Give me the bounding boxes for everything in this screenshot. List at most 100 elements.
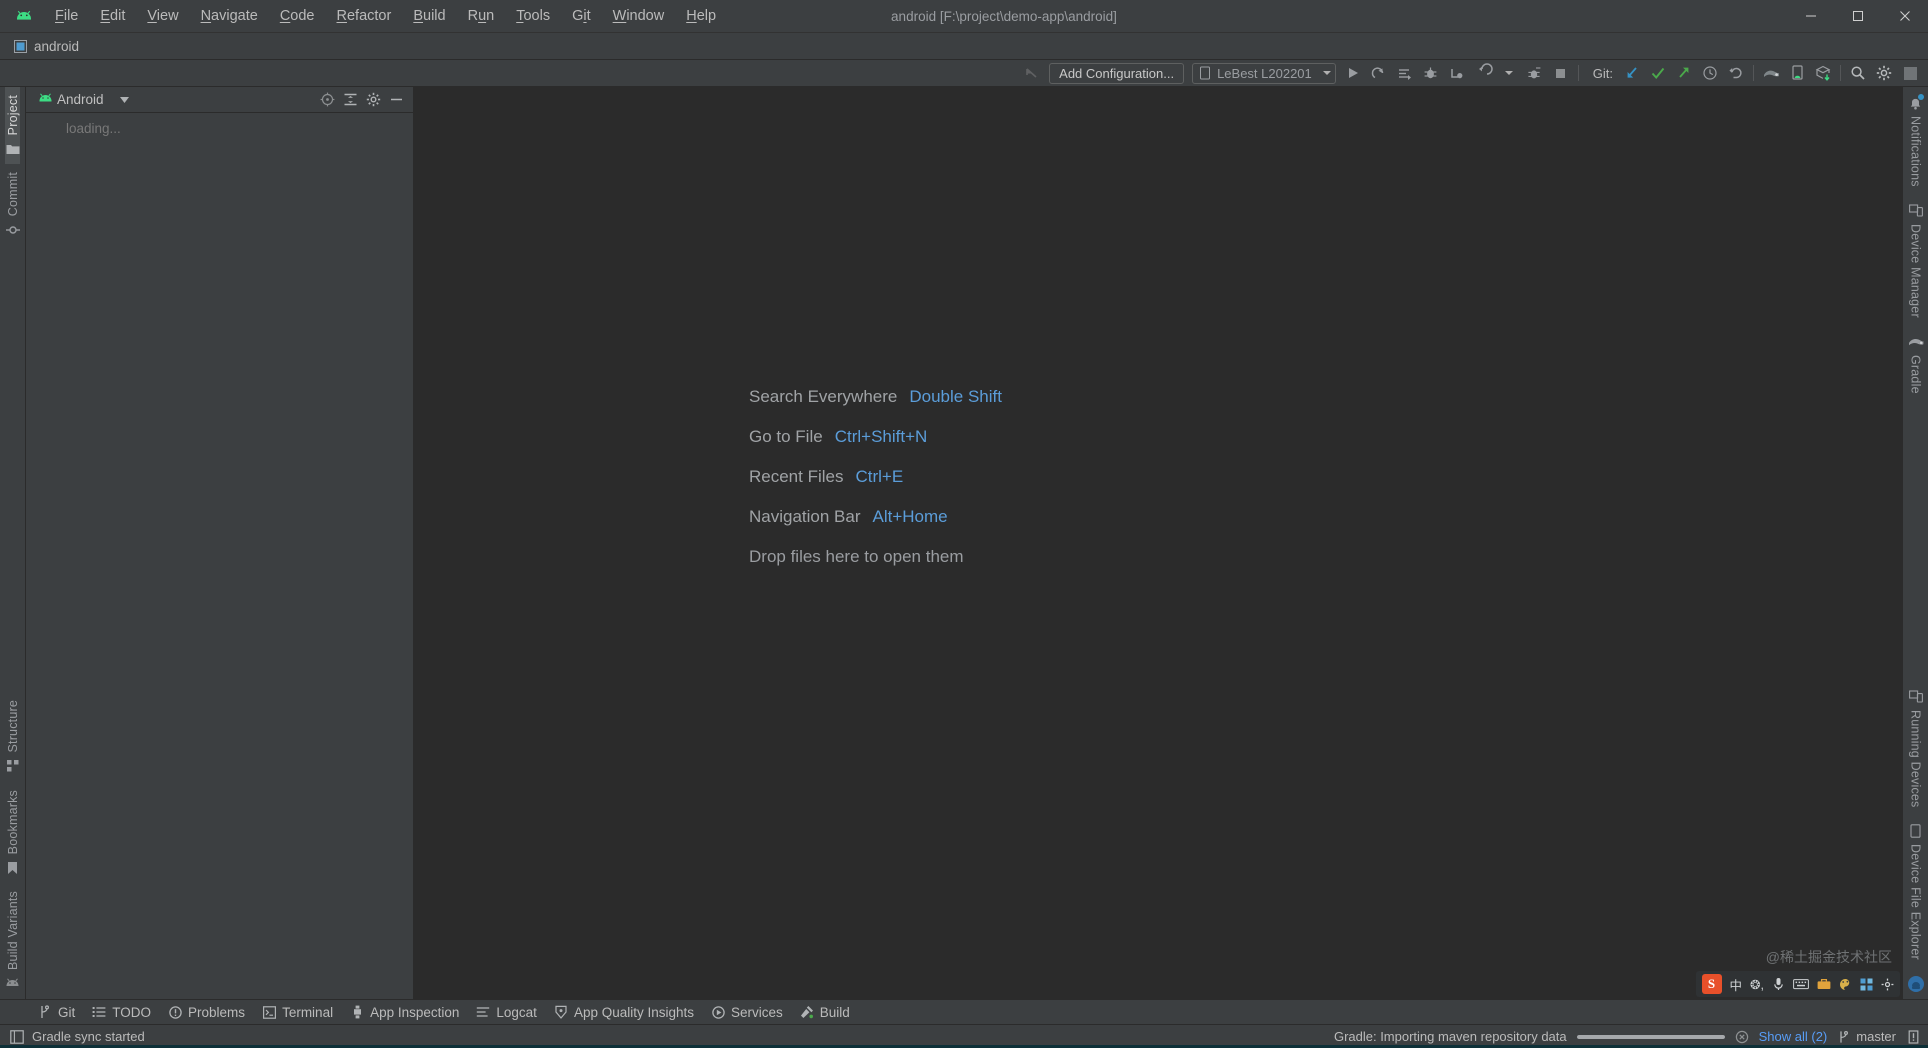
right-strip-bottom-group: Running Devices Device File Explorer: [1907, 681, 1924, 999]
sogou-ime-logo-icon[interactable]: S: [1701, 974, 1722, 994]
select-opened-file-icon[interactable]: [317, 90, 338, 110]
stop-button[interactable]: [1548, 62, 1574, 84]
menu-window[interactable]: Window: [602, 5, 676, 28]
menu-git[interactable]: Git: [561, 5, 602, 28]
run-button[interactable]: [1340, 62, 1366, 84]
gear-icon[interactable]: [1871, 62, 1897, 84]
cancel-icon[interactable]: [1735, 1030, 1749, 1044]
bottom-tab-logcat[interactable]: Logcat: [468, 1002, 545, 1023]
project-panel-actions: [317, 90, 407, 110]
minimize-button[interactable]: [1787, 0, 1834, 32]
bottom-tab-services[interactable]: Services: [703, 1002, 791, 1023]
rerun-button[interactable]: [1366, 62, 1392, 84]
history-button[interactable]: [1697, 62, 1723, 84]
sidebar-item-gradle[interactable]: Gradle: [1908, 326, 1923, 402]
ime-language-toggle[interactable]: 中: [1730, 975, 1743, 994]
bottom-tab-todo[interactable]: TODO: [84, 1002, 159, 1023]
bottom-tab-problems[interactable]: Problems: [160, 1002, 253, 1023]
sidebar-item-device-manager[interactable]: Device Manager: [1908, 195, 1923, 326]
notification-bell-icon[interactable]: [1906, 1029, 1920, 1044]
git-commit-button[interactable]: [1645, 62, 1671, 84]
keyboard-icon[interactable]: [1793, 978, 1809, 990]
window-controls: [1787, 0, 1928, 32]
sidebar-item-commit-label: Commit: [5, 172, 20, 217]
terminal-icon: [262, 1005, 276, 1019]
maximize-button[interactable]: [1834, 0, 1881, 32]
sidebar-item-project[interactable]: Project: [5, 87, 20, 165]
progress-bar: [1576, 1034, 1725, 1039]
add-configuration-button[interactable]: Add Configuration...: [1049, 62, 1185, 84]
close-button[interactable]: [1881, 0, 1928, 32]
editor-area[interactable]: Search Everywhere Double Shift Go to Fil…: [414, 87, 1902, 999]
sidebar-item-notifications[interactable]: Notifications: [1908, 87, 1924, 195]
app-inspection-icon: [350, 1005, 364, 1019]
apply-changes-button[interactable]: [1392, 62, 1418, 84]
git-push-button[interactable]: [1671, 62, 1697, 84]
folder-icon: [5, 141, 20, 156]
sidebar-item-running-devices[interactable]: Running Devices: [1908, 681, 1923, 816]
tool-window-icon[interactable]: [10, 1029, 24, 1044]
menu-run[interactable]: Run: [457, 5, 506, 28]
sidebar-item-structure[interactable]: Structure: [5, 692, 20, 782]
sidebar-item-commit[interactable]: Commit: [5, 164, 20, 245]
undo-button[interactable]: [1723, 62, 1749, 84]
chevron-down-icon[interactable]: [119, 96, 129, 103]
palette-icon[interactable]: [1839, 978, 1852, 991]
ime-punctuation-toggle[interactable]: ❂,: [1750, 977, 1764, 992]
git-update-button[interactable]: [1619, 62, 1645, 84]
profiler-dropdown-button[interactable]: [1496, 62, 1522, 84]
menu-file[interactable]: File: [44, 5, 89, 28]
menu-code[interactable]: Code: [269, 5, 326, 28]
search-icon[interactable]: [1845, 62, 1871, 84]
sidebar-item-project-label: Project: [5, 95, 20, 136]
hint-row: Search Everywhere Double Shift: [749, 387, 1002, 407]
arrow-up-left-icon[interactable]: [1019, 62, 1045, 84]
android-icon: [38, 93, 52, 106]
bottom-tab-terminal[interactable]: Terminal: [254, 1002, 341, 1023]
show-all-link[interactable]: Show all (2): [1759, 1029, 1828, 1044]
bottom-tab-app-quality-insights[interactable]: App Quality Insights: [546, 1002, 702, 1023]
problems-icon: [168, 1005, 182, 1019]
menu-edit[interactable]: Edit: [89, 5, 136, 28]
device-selector[interactable]: LeBest L202201: [1192, 62, 1336, 84]
avd-manager-button[interactable]: [1784, 62, 1810, 84]
hint-shortcut: Ctrl+E: [855, 467, 904, 486]
sdk-manager-button[interactable]: [1810, 62, 1836, 84]
debug-button[interactable]: [1418, 62, 1444, 84]
menu-refactor[interactable]: Refactor: [326, 5, 403, 28]
menu-build[interactable]: Build: [402, 5, 456, 28]
run-coverage-button[interactable]: [1522, 62, 1548, 84]
collapse-all-icon[interactable]: [340, 90, 361, 110]
grid-icon[interactable]: [1860, 978, 1873, 991]
gradle-sync-button[interactable]: [1758, 62, 1784, 84]
bell-icon: [1908, 94, 1924, 110]
menu-view[interactable]: View: [136, 5, 189, 28]
sidebar-item-build-variants[interactable]: Build Variants: [5, 883, 20, 999]
toolbox-icon[interactable]: [1817, 978, 1831, 990]
sidebar-item-device-file-explorer[interactable]: Device File Explorer: [1908, 815, 1923, 968]
layout-icon[interactable]: [1897, 62, 1923, 84]
sidebar-item-bookmarks[interactable]: Bookmarks: [5, 782, 20, 883]
profiler-button[interactable]: [1470, 62, 1496, 84]
bottom-tab-git-label: Git: [58, 1004, 76, 1020]
bottom-tab-build[interactable]: Build: [792, 1002, 858, 1023]
bottom-tab-app-inspection[interactable]: App Inspection: [342, 1002, 467, 1023]
menu-navigate[interactable]: Navigate: [190, 5, 269, 28]
left-tool-strip: Project Commit Structure Bookmarks Build…: [0, 87, 26, 999]
gear-icon[interactable]: [363, 90, 384, 110]
hide-icon[interactable]: [386, 90, 407, 110]
android-emulator-indicator[interactable]: [1907, 968, 1924, 999]
mic-icon[interactable]: [1772, 977, 1785, 991]
sidebar-item-build-variants-label: Build Variants: [5, 891, 20, 970]
hint-row: Recent Files Ctrl+E: [749, 467, 1002, 487]
menu-tools[interactable]: Tools: [505, 5, 561, 28]
git-branch-widget[interactable]: master: [1837, 1029, 1896, 1044]
menu-help[interactable]: Help: [675, 5, 727, 28]
project-tree[interactable]: loading...: [26, 113, 413, 999]
bottom-tab-build-label: Build: [819, 1004, 850, 1020]
gear-icon[interactable]: [1881, 978, 1894, 991]
breadcrumb[interactable]: android: [0, 39, 79, 54]
bottom-tab-git[interactable]: Git: [30, 1002, 83, 1023]
progress-bar-fill: [1576, 1034, 1725, 1039]
attach-debugger-button[interactable]: [1444, 62, 1470, 84]
